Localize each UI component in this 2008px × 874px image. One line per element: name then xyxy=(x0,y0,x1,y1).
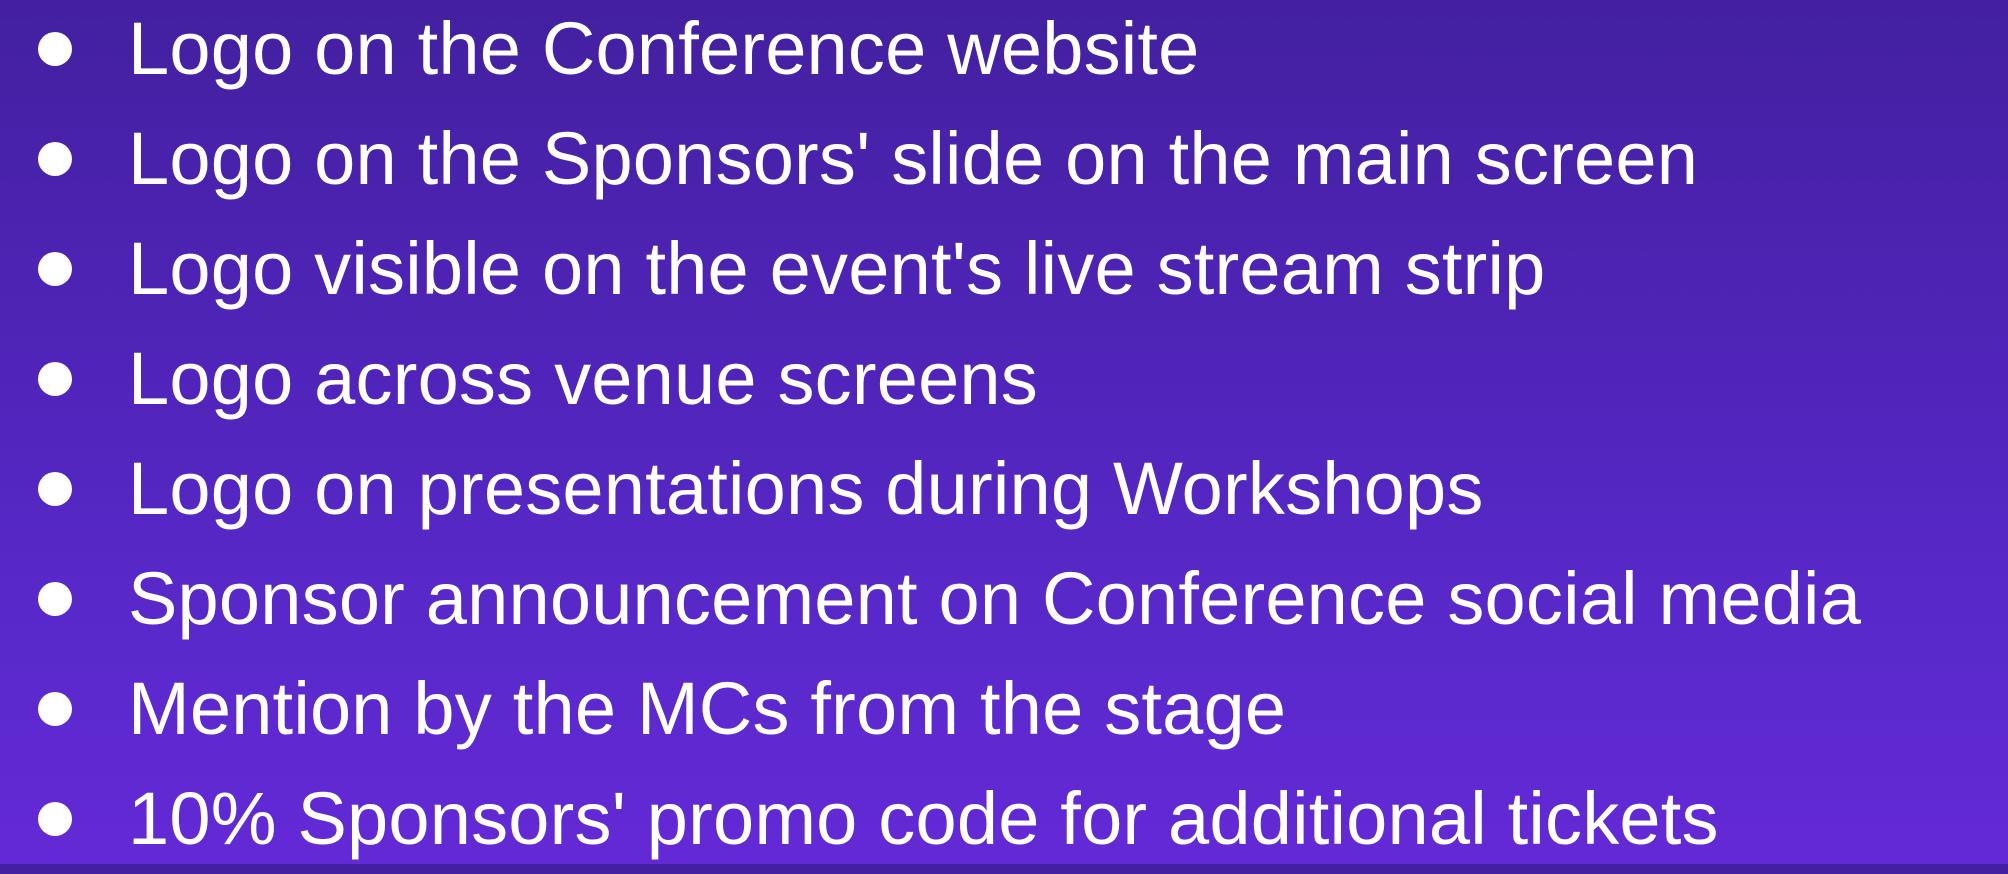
bullet-icon xyxy=(38,252,72,286)
benefit-text: Logo across venue screens xyxy=(128,337,1038,420)
bullet-icon xyxy=(38,32,72,66)
bullet-icon xyxy=(38,692,72,726)
list-item: Logo across venue screens xyxy=(0,324,2008,434)
list-item: Sponsor announcement on Conference socia… xyxy=(0,544,2008,654)
list-item: Logo on the Sponsors' slide on the main … xyxy=(0,104,2008,214)
benefit-text: 10% Sponsors' promo code for additional … xyxy=(128,777,1719,860)
list-item: Mention by the MCs from the stage xyxy=(0,654,2008,764)
benefit-text: Logo on the Sponsors' slide on the main … xyxy=(128,117,1699,200)
bullet-icon xyxy=(38,802,72,836)
benefit-text: Logo visible on the event's live stream … xyxy=(128,227,1546,310)
bullet-icon xyxy=(38,142,72,176)
benefit-text: Sponsor announcement on Conference socia… xyxy=(128,557,1862,640)
benefit-text: Logo on the Conference website xyxy=(128,7,1200,90)
bullet-icon xyxy=(38,582,72,616)
list-item: 10% Sponsors' promo code for additional … xyxy=(0,764,2008,874)
bullet-icon xyxy=(38,362,72,396)
benefit-text: Logo on presentations during Workshops xyxy=(128,447,1484,530)
bullet-icon xyxy=(38,472,72,506)
benefit-text: Mention by the MCs from the stage xyxy=(128,667,1287,750)
list-item: Logo on presentations during Workshops xyxy=(0,434,2008,544)
list-item: Logo visible on the event's live stream … xyxy=(0,214,2008,324)
list-item: Logo on the Conference website xyxy=(0,0,2008,104)
